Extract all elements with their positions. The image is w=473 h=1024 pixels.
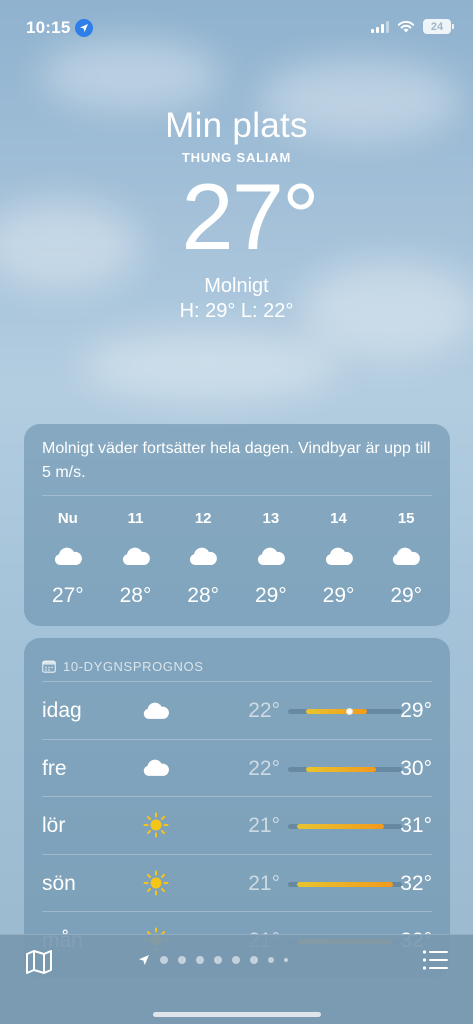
hour-label: 12 (194, 510, 212, 527)
hour-item: 14 29° (305, 510, 373, 608)
day-high-temp: 32° (400, 871, 432, 895)
day-low-temp: 22° (248, 756, 280, 780)
calendar-icon (42, 660, 56, 673)
page-dot[interactable] (284, 958, 288, 962)
location-subtitle: THUNG SALIAM (181, 150, 292, 165)
ten-day-forecast-card[interactable]: 10-DYGNSPROGNOS idag 22° 29° fre 22° 30°… (24, 638, 450, 978)
cellular-signal-icon (371, 20, 389, 33)
hour-item: 13 29° (237, 510, 305, 608)
cloud-icon (34, 536, 102, 576)
battery-icon: 24 (423, 19, 454, 34)
cloud-icon (305, 536, 373, 576)
sky-cloud-decoration (80, 330, 340, 400)
day-name: sön (42, 871, 76, 895)
temperature-range-fill (305, 766, 376, 772)
day-row[interactable]: sön 21° 32° (42, 855, 432, 912)
list-icon (422, 950, 448, 970)
location-title: Min plats (165, 106, 308, 145)
hour-label: 11 (127, 510, 144, 527)
current-location-page-icon (139, 955, 149, 965)
day-row[interactable]: lör 21° 31° (42, 797, 432, 855)
cloud-icon (237, 536, 305, 576)
hour-temperature: 28° (119, 584, 152, 607)
cloud-icon (372, 536, 440, 576)
day-name: fre (42, 756, 67, 780)
home-indicator[interactable] (153, 1012, 321, 1017)
hour-label: 14 (330, 510, 347, 527)
day-row[interactable]: fre 22° 30° (42, 740, 432, 797)
map-icon (26, 950, 52, 974)
page-dot[interactable] (214, 956, 222, 964)
hourly-row[interactable]: Nu 27° 11 28° 12 28° 13 29° 14 29° 15 29… (34, 496, 440, 608)
cloud-icon (169, 536, 237, 576)
current-weather: Min plats THUNG SALIAM 27° Molnigt H: 29… (0, 106, 473, 323)
day-high-temp: 31° (400, 814, 432, 837)
current-temperature: 27° (181, 164, 319, 269)
hour-temperature: 27° (51, 584, 84, 607)
hour-label: Nu (57, 510, 78, 527)
current-temp-marker (345, 708, 353, 715)
ten-day-header: 10-DYGNSPROGNOS (42, 638, 432, 682)
page-dot[interactable] (268, 957, 274, 963)
hour-temperature: 28° (187, 584, 220, 607)
location-arrow-icon (75, 19, 93, 37)
hour-item: 11 28° (102, 510, 170, 608)
day-low-temp: 22° (248, 699, 280, 722)
temperature-range-fill (296, 824, 385, 829)
cloud-icon (140, 696, 172, 724)
temperature-range-fill (305, 709, 367, 714)
day-row[interactable]: idag 22° 29° (42, 682, 432, 740)
day-high-temp: 30° (400, 756, 432, 780)
wifi-icon (397, 20, 415, 33)
page-indicator[interactable] (138, 954, 288, 966)
status-bar: 10:15 24 (0, 0, 473, 56)
hour-label: 13 (262, 510, 280, 527)
status-time: 10:15 (26, 18, 71, 37)
hour-label: 15 (397, 510, 415, 527)
day-low-temp: 21° (248, 814, 280, 837)
cloud-icon (102, 536, 170, 576)
sun-icon (140, 869, 172, 897)
page-dot[interactable] (196, 956, 204, 964)
hour-item: 15 29° (372, 510, 440, 608)
day-name: idag (42, 699, 82, 722)
location-list-button[interactable] (422, 949, 448, 973)
sun-icon (140, 811, 172, 839)
page-dot[interactable] (160, 956, 168, 964)
battery-level: 24 (430, 20, 444, 33)
cloud-icon (140, 754, 172, 782)
ten-day-title: 10-DYGNSPROGNOS (63, 659, 204, 674)
map-button[interactable] (25, 949, 53, 975)
forecast-summary: Molnigt väder fortsätter hela dagen. Vin… (42, 424, 432, 496)
hour-temperature: 29° (390, 584, 423, 607)
hourly-forecast-card[interactable]: Molnigt väder fortsätter hela dagen. Vin… (24, 424, 450, 626)
hour-temperature: 29° (322, 584, 355, 607)
day-low-temp: 21° (248, 871, 280, 895)
hour-item: 12 28° (169, 510, 237, 608)
status-indicators: 24 (371, 19, 454, 34)
page-dot[interactable] (178, 956, 186, 964)
page-dot[interactable] (250, 956, 258, 964)
day-high-temp: 29° (400, 699, 432, 722)
day-name: lör (42, 814, 66, 837)
current-condition: Molnigt (204, 275, 269, 297)
high-low-temperature: H: 29° L: 22° (179, 300, 294, 322)
hour-item: Nu 27° (34, 510, 102, 608)
bottom-toolbar (0, 934, 473, 1024)
page-dot[interactable] (232, 956, 240, 964)
hour-temperature: 29° (254, 584, 287, 607)
